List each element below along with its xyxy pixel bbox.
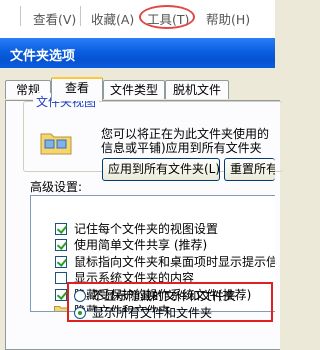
menu-help[interactable]: 帮助(H) — [206, 9, 250, 28]
checkbox[interactable] — [55, 223, 67, 235]
advanced-settings-label: 高级设置: — [30, 180, 83, 194]
list-item[interactable]: 使用简单文件共享 (推荐) — [31, 237, 275, 254]
hidden-options-highlight-box — [67, 282, 273, 322]
apply-to-all-folders-button[interactable]: 应用到所有文件夹(L) — [102, 158, 220, 181]
list-item-label: 使用简单文件共享 (推荐) — [74, 238, 208, 252]
menu-view[interactable]: 查看(V) — [33, 9, 76, 28]
dialog-title: 文件夹选项 — [10, 49, 76, 64]
group-text-line2: 信息或平铺)应用到所有文件夹 — [101, 141, 262, 155]
list-item[interactable]: 记住每个文件夹的视图设置 — [31, 221, 275, 238]
checkbox[interactable] — [55, 256, 67, 268]
title-bar[interactable]: 文件夹选项 — [0, 38, 275, 68]
menu-separator — [80, 6, 81, 26]
tab-view[interactable]: 查看 — [51, 77, 103, 101]
menu-separator — [20, 6, 21, 26]
checkbox[interactable] — [55, 239, 67, 251]
list-item[interactable]: 鼠标指向文件夹和桌面项时显示提示信 — [31, 254, 275, 271]
menu-favorites[interactable]: 收藏(A) — [91, 9, 134, 28]
tools-highlight-circle — [139, 5, 195, 29]
reset-all-folders-button[interactable]: 重置所有文件夹 — [224, 158, 275, 181]
list-item-label: 鼠标指向文件夹和桌面项时显示提示信 — [74, 255, 275, 269]
checkbox[interactable] — [55, 272, 67, 284]
tab-file-types[interactable]: 文件类型 — [103, 80, 165, 99]
list-item-label: 记住每个文件夹的视图设置 — [74, 222, 219, 236]
menu-bar: 查看(V) 收藏(A) 工具(T) 帮助(H) — [0, 0, 275, 38]
tab-offline-files[interactable]: 脱机文件 — [165, 80, 229, 99]
folder-view-icon — [40, 133, 72, 155]
